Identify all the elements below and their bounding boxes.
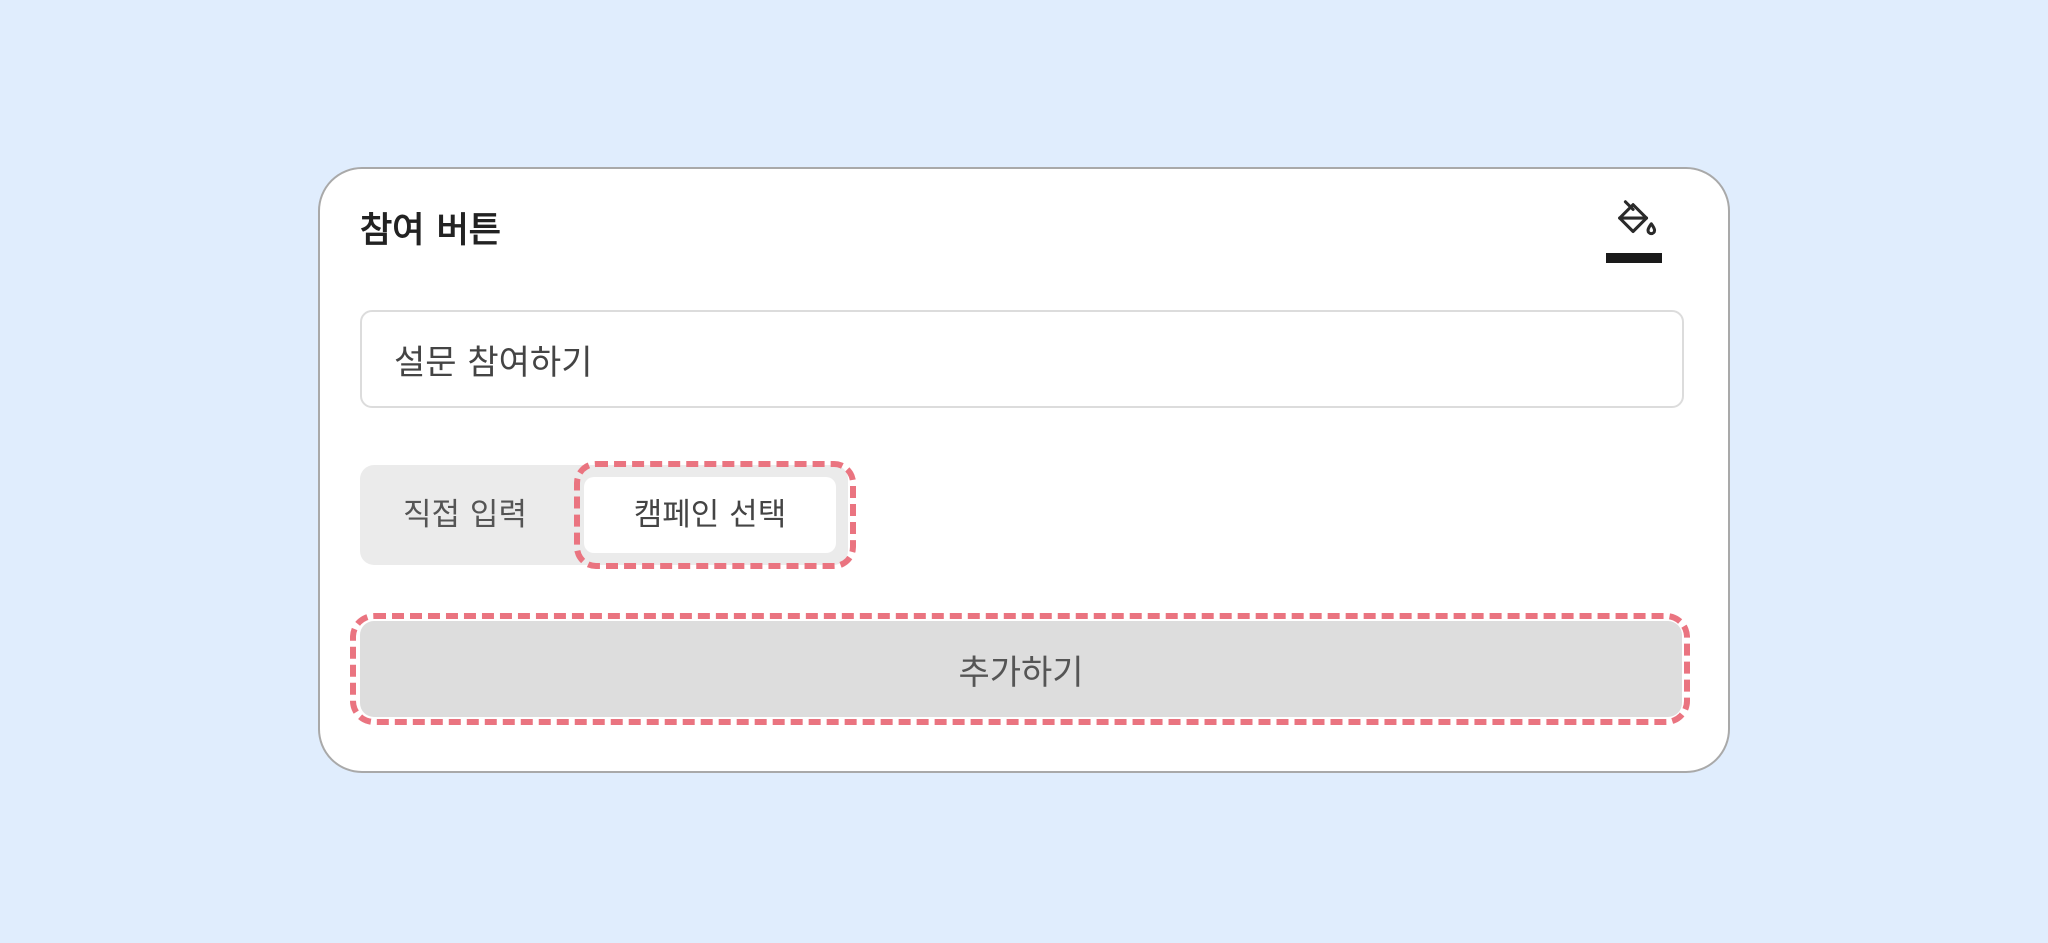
link-mode-toggle: 직접 입력 캠페인 선택: [360, 465, 848, 565]
participation-button-card: 참여 버튼 직접 입력 캠페인 선택 추가하기: [318, 167, 1730, 773]
button-text-input[interactable]: [360, 310, 1684, 408]
color-picker-button[interactable]: [1604, 197, 1664, 265]
paint-bucket-icon: [1618, 200, 1657, 236]
card-title: 참여 버튼: [360, 211, 501, 251]
add-button[interactable]: 추가하기: [360, 621, 1682, 717]
current-color-swatch: [1606, 253, 1662, 263]
segment-campaign-select[interactable]: 캠페인 선택: [584, 477, 836, 553]
segment-direct-input[interactable]: 직접 입력: [360, 465, 570, 565]
